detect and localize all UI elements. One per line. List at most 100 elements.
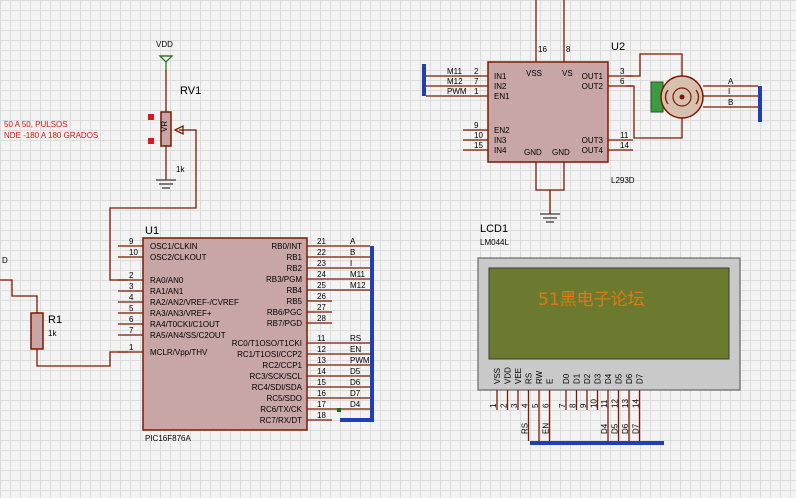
lcd-pin-name: VDD xyxy=(504,367,513,384)
u1-pin-name: RA2/AN2/VREF-/CVREF xyxy=(150,298,239,307)
r1-value: 1k xyxy=(48,329,57,338)
u1-pin-number: 2 xyxy=(129,271,134,280)
u2-pin-number: 3 xyxy=(620,67,625,76)
u1-pin-name: RC0/T1OSO/T1CKI xyxy=(232,339,302,348)
u1-pin-number: 26 xyxy=(317,292,326,301)
schematic: VDD RV1 1k VR 50 A 50, PULSOS NDE -180 A… xyxy=(0,0,762,445)
net-label: D7 xyxy=(632,423,641,434)
u1-pin-number: 5 xyxy=(129,304,134,313)
net-label: M12 xyxy=(350,281,366,290)
lcd-pin-name: D4 xyxy=(604,373,613,384)
u2-pin-name: OUT4 xyxy=(582,146,604,155)
net-label: M12 xyxy=(447,77,463,86)
u1-pin-name: RB1 xyxy=(286,253,302,262)
u1-pin-name: RC5/SDO xyxy=(266,394,302,403)
microcontroller-u1[interactable]: U1 PIC16F876A 9 OSC1/CLKIN 10 OSC2/CLKOUT 2 R… xyxy=(118,225,370,443)
net-label: D4 xyxy=(600,423,609,434)
u2-pin-name: GND xyxy=(524,148,542,157)
u1-pin-name: RB4 xyxy=(286,286,302,295)
lcd-pin-number: 12 xyxy=(611,399,620,408)
u2-pin-name: IN1 xyxy=(494,72,507,81)
u2-pin-number: 1 xyxy=(474,87,479,96)
net-label: EN xyxy=(350,345,361,354)
vdd-label: VDD xyxy=(156,40,173,49)
lcd-pin-number: 7 xyxy=(558,403,567,408)
u2-ref: U2 xyxy=(611,41,625,53)
u2-pin-name: GND xyxy=(552,148,570,157)
u1-pin-name: MCLR/Vpp/THV xyxy=(150,348,208,357)
lcd-pin-number: 10 xyxy=(590,399,599,408)
u1-pin-number: 24 xyxy=(317,270,326,279)
lcd-pin-name: RS xyxy=(525,373,534,384)
stepper-motor[interactable] xyxy=(650,75,704,119)
u1-pin-number: 16 xyxy=(317,389,326,398)
lcd-pin-name: VSS xyxy=(493,368,502,384)
u1-pin-name: RB2 xyxy=(286,264,302,273)
u1-pin-name: RC1/T1OSI/CCP2 xyxy=(237,350,302,359)
net-label: M11 xyxy=(447,67,463,76)
junction-dot xyxy=(337,408,341,412)
lcd-pin-name: D3 xyxy=(594,373,603,384)
u2-pin-name: OUT3 xyxy=(582,136,604,145)
u2-pin-number: 9 xyxy=(474,121,479,130)
lcd-screen-text: 51黑电子论坛 xyxy=(538,290,645,310)
u1-pin-number: 1 xyxy=(129,343,134,352)
u1-pin-number: 17 xyxy=(317,400,326,409)
u1-pin-name: RC3/SCK/SCL xyxy=(250,372,303,381)
net-label: PWM xyxy=(447,87,467,96)
u2-pin-name: IN3 xyxy=(494,136,507,145)
u1-pin-name: RC6/TX/CK xyxy=(260,405,302,414)
net-label: RS xyxy=(521,423,530,434)
u2-pin-name: EN2 xyxy=(494,126,510,135)
u1-pin-number: 23 xyxy=(317,259,326,268)
net-label: D6 xyxy=(350,378,361,387)
lcd-lm044l[interactable]: LCD1 LM044L 51黑电子论坛 VSS1VDD2VEE3RS4RSRW5… xyxy=(477,223,741,441)
u2-pin-number: 14 xyxy=(620,141,629,150)
u1-pin-number: 25 xyxy=(317,281,326,290)
u2-pin-name: VS xyxy=(562,69,573,78)
u2-pin-number: 7 xyxy=(474,77,479,86)
net-label: B xyxy=(350,248,355,257)
note-line1: 50 A 50, PULSOS xyxy=(4,120,68,129)
net-label: RS xyxy=(350,334,361,343)
u1-pin-name: RB7/PGD xyxy=(267,319,302,328)
u1-pin-number: 10 xyxy=(129,248,138,257)
u1-pin-name: RB0/INT xyxy=(271,242,302,251)
u1-pin-name: RA4/T0CKI/C1OUT xyxy=(150,320,220,329)
lcd-pin-number: 3 xyxy=(510,403,519,408)
u1-pin-number: 9 xyxy=(129,237,134,246)
lcd-pin-name: D7 xyxy=(636,373,645,384)
lcd-pin-number: 9 xyxy=(579,403,588,408)
u2-pin-name: OUT2 xyxy=(582,82,604,91)
net-label: A xyxy=(728,77,734,86)
lcd-pin-name: D1 xyxy=(573,373,582,384)
rv1-ref: RV1 xyxy=(180,85,201,97)
u1-pin-number: 12 xyxy=(317,345,326,354)
vdd-clipped-label: D xyxy=(2,256,8,265)
u1-pin-number: 28 xyxy=(317,314,326,323)
u2-pin-number: 2 xyxy=(474,67,479,76)
lcd-pin-number: 4 xyxy=(521,403,530,408)
motor-driver-u2[interactable]: U2 L293D 16 VSS 8 VS 2 IN1 M11 7 IN2 M12 1 EN1 PWM 9 E… xyxy=(426,41,635,185)
lcd-pin-name: D6 xyxy=(625,373,634,384)
u1-pin-name: RA0/AN0 xyxy=(150,276,184,285)
ground-symbol-u2 xyxy=(540,213,560,223)
net-label: PWM xyxy=(350,356,370,365)
lcd-pin-number: 2 xyxy=(500,403,509,408)
net-label: B xyxy=(728,98,733,107)
u2-pin-number: 10 xyxy=(474,131,483,140)
r1-ref: R1 xyxy=(48,314,62,326)
net-label: D6 xyxy=(621,423,630,434)
u1-pin-number: 3 xyxy=(129,282,134,291)
resistor-r1[interactable]: R1 1k xyxy=(30,312,62,350)
u2-pin-name: EN1 xyxy=(494,92,510,101)
u1-pin-number: 22 xyxy=(317,248,326,257)
net-label: EN xyxy=(542,423,551,434)
note-line2: NDE -180 A 180 GRADOS xyxy=(4,131,98,140)
net-label: M11 xyxy=(350,270,366,279)
net-label: D4 xyxy=(350,400,361,409)
u1-pin-number: 27 xyxy=(317,303,326,312)
u1-pin-name: RB6/PGC xyxy=(267,308,302,317)
u1-pin-number: 6 xyxy=(129,315,134,324)
u1-pin-name: RC2/CCP1 xyxy=(262,361,302,370)
